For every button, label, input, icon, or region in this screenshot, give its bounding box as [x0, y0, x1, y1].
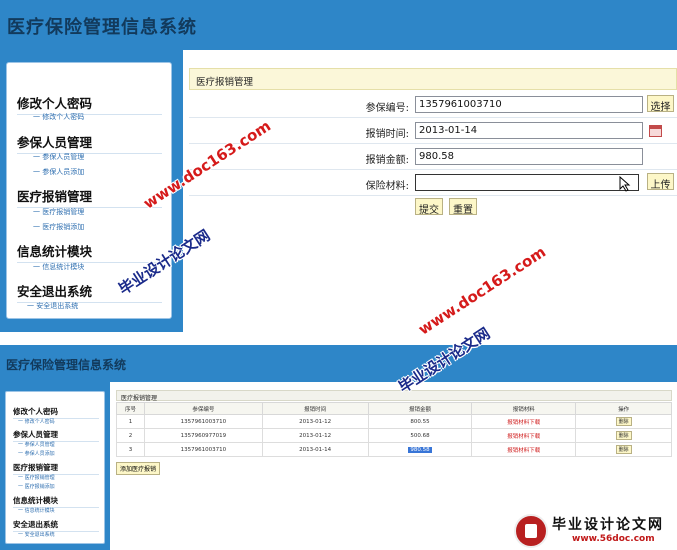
- mouse-cursor-icon: [619, 176, 631, 192]
- insured-id-input[interactable]: 1357961003710: [415, 96, 643, 113]
- upload-button[interactable]: 上传: [647, 173, 674, 191]
- cell-action: 删除: [575, 428, 672, 443]
- cell-no: 3: [116, 442, 145, 457]
- table-row: 3 1357961003710 2013-01-14 980.58 报销材料下载…: [116, 442, 672, 457]
- form-panel: 医疗报销管理 参保编号: 1357961003710 选择 报销时间: 2013…: [189, 68, 677, 226]
- sidebar-item-change-password[interactable]: 一 修改个人密码: [18, 418, 55, 425]
- sidebar-item-stats[interactable]: 一 信息统计模块: [33, 262, 84, 272]
- column-header-date: 报销时间: [261, 402, 369, 415]
- column-header-action: 操作: [575, 402, 672, 415]
- submit-button[interactable]: 提交: [415, 198, 443, 216]
- material-file-input[interactable]: [415, 174, 639, 191]
- material-label: 保险材料:: [365, 181, 409, 192]
- sidebar-item-logout[interactable]: 一 安全退出系统: [18, 531, 55, 538]
- add-reimburse-button[interactable]: 添加医疗报销: [116, 462, 161, 475]
- date-label: 报销时间:: [365, 129, 409, 140]
- form-row-material: 保险材料: 上传: [189, 170, 677, 196]
- site-logo: 毕业设计论文网 www.56doc.com: [512, 512, 677, 550]
- reset-button[interactable]: 重置: [449, 198, 477, 216]
- cell-material: 报销材料下载: [471, 428, 577, 443]
- cell-amount: 800.55: [367, 414, 473, 429]
- download-link[interactable]: 报销材料下载: [507, 420, 540, 426]
- table-header-row: 序号 参保编号 报销时间 报销金额 报销材料 操作: [116, 402, 672, 415]
- reimburse-table: 序号 参保编号 报销时间 报销金额 报销材料 操作 1 135796100371…: [116, 402, 672, 457]
- form-row-amount: 报销金额: 980.58: [189, 144, 677, 170]
- sidebar-item-insured-manage[interactable]: 一 参保人员管理: [18, 441, 55, 448]
- column-header-amount: 报销金额: [367, 402, 473, 415]
- cell-action: 删除: [575, 414, 672, 429]
- delete-button[interactable]: 删除: [615, 445, 632, 454]
- cell-date: 2013-01-14: [261, 442, 369, 457]
- logo-url: www.56doc.com: [572, 534, 655, 544]
- app-title-small: 医疗保险管理信息系统: [6, 358, 127, 372]
- sidebar-item-reimburse-manage[interactable]: 一 医疗报销管理: [18, 474, 55, 481]
- selected-amount: 980.58: [408, 446, 432, 453]
- cell-no: 2: [116, 428, 145, 443]
- table-row: 2 1357960977019 2013-01-12 500.68 报销材料下载…: [116, 428, 672, 443]
- amount-input[interactable]: 980.58: [415, 148, 643, 165]
- cell-date: 2013-01-12: [261, 414, 369, 429]
- cell-amount: 980.58: [367, 442, 473, 457]
- calendar-icon[interactable]: [649, 125, 662, 137]
- cell-id: 1357960977019: [143, 428, 263, 443]
- insured-id-label: 参保编号:: [365, 103, 409, 114]
- cell-id: 1357961003710: [143, 442, 263, 457]
- header-banner-small: 医疗保险管理信息系统: [0, 345, 677, 382]
- cell-id: 1357961003710: [143, 414, 263, 429]
- delete-button[interactable]: 删除: [615, 417, 632, 426]
- sidebar-item-insured-add[interactable]: 一 参保人员添加: [18, 450, 55, 457]
- sidebar-item-reimburse-add[interactable]: 一 医疗报销添加: [33, 222, 84, 232]
- cell-no: 1: [116, 414, 145, 429]
- panel-title: 医疗报销管理: [189, 68, 677, 90]
- sidebar-item-insured-add[interactable]: 一 参保人员添加: [33, 167, 84, 177]
- form-screenshot: 医疗保险管理信息系统 修改个人密码 一 修改个人密码 参保人员管理 一 参保人员…: [0, 0, 677, 338]
- download-link[interactable]: 报销材料下载: [507, 448, 540, 454]
- sidebar-item-stats[interactable]: 一 信息统计模块: [18, 507, 55, 514]
- column-header-id: 参保编号: [143, 402, 263, 415]
- cell-amount: 500.68: [367, 428, 473, 443]
- logo-badge-icon: [514, 514, 548, 548]
- sidebar-item-logout[interactable]: 一 安全退出系统: [27, 301, 78, 311]
- cell-material: 报销材料下载: [471, 442, 577, 457]
- download-link[interactable]: 报销材料下载: [507, 434, 540, 440]
- sidebar-item-reimburse-add[interactable]: 一 医疗报销添加: [18, 483, 55, 490]
- date-input[interactable]: 2013-01-14: [415, 122, 643, 139]
- sidebar-heading-stats: 信息统计模块: [17, 241, 162, 263]
- column-header-material: 报销材料: [471, 402, 577, 415]
- app-title: 医疗保险管理信息系统: [7, 17, 197, 38]
- cell-material: 报销材料下载: [471, 414, 577, 429]
- form-row-insured-id: 参保编号: 1357961003710 选择: [189, 92, 677, 118]
- header-banner: 医疗保险管理信息系统: [0, 0, 677, 50]
- sidebar-item-change-password[interactable]: 一 修改个人密码: [33, 112, 84, 122]
- sidebar-item-reimburse-manage[interactable]: 一 医疗报销管理: [33, 207, 84, 217]
- column-header-no: 序号: [116, 402, 145, 415]
- cell-date: 2013-01-12: [261, 428, 369, 443]
- panel-title-small: 医疗报销管理: [116, 390, 672, 402]
- sidebar-item-insured-manage[interactable]: 一 参保人员管理: [33, 152, 84, 162]
- sidebar-heading-insured: 参保人员管理: [17, 132, 162, 154]
- select-button[interactable]: 选择: [647, 95, 674, 113]
- sidebar-menu-small: 修改个人密码 一 修改个人密码 参保人员管理 一 参保人员管理 一 参保人员添加…: [5, 391, 105, 544]
- logo-name: 毕业设计论文网: [552, 517, 664, 533]
- table-row: 1 1357961003710 2013-01-12 800.55 报销材料下载…: [116, 414, 672, 429]
- delete-button[interactable]: 删除: [615, 431, 632, 440]
- cell-action: 删除: [575, 442, 672, 457]
